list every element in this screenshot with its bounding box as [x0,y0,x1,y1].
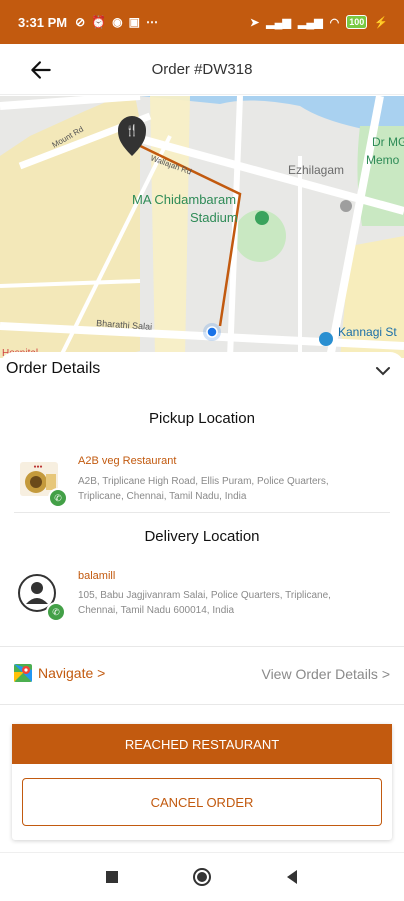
cancel-order-button[interactable]: CANCEL ORDER [22,778,382,826]
order-details-sheet: Order Details Pickup Location ●●● ✆ A2B … [0,352,404,848]
current-location-icon [203,323,221,341]
wifi-icon: ◠ [329,16,340,29]
delivery-address: 105, Babu Jagjivanram Salai, Police Quar… [78,588,378,618]
delivery-address-line1: 105, Babu Jagjivanram Salai, Police Quar… [78,590,331,601]
more-icon: ⋯ [145,15,158,29]
arrow-left-icon[interactable] [28,57,54,83]
status-left-icons: ⊘ ⏰ ◉ ▣ ⋯ [75,15,158,29]
divider [14,512,390,513]
pickup-section-title: Pickup Location [149,410,255,427]
route-map[interactable]: 🍴 Mount Rd Wallajah Rd Ezhilagam MA Chid… [0,96,404,358]
map-label-stadium-1: MA Chidambaram [132,192,236,207]
bus-stop-icon [319,332,333,346]
action-card: REACHED RESTAURANT CANCEL ORDER [12,724,392,840]
system-nav-bar [0,852,404,901]
phone-call-icon[interactable]: ✆ [46,602,66,622]
pickup-address-line2: Triplicane, Chennai, Tamil Nadu, India [78,491,247,502]
map-label-stadium-2: Stadium [190,210,238,225]
map-label-kannagi: Kannagi St [338,325,397,339]
signal-icon: ▂▄▆ [297,16,323,29]
navigate-label: Navigate > [38,665,106,681]
location-icon: ➤ [250,16,260,29]
page-title: Order #DW318 [151,60,253,78]
google-maps-icon [14,664,32,682]
chevron-down-icon[interactable] [374,364,392,378]
app-icon: ◉ [112,15,123,29]
place-marker-icon [340,200,352,212]
map-label-drmg-2: Memo [366,153,400,167]
map-label-drmg-1: Dr MG [372,135,404,149]
delivery-address-line2: Chennai, Tamil Nadu 600014, India [78,605,235,616]
reached-restaurant-button[interactable]: REACHED RESTAURANT [12,724,392,764]
phone-call-icon[interactable]: ✆ [48,488,68,508]
charging-icon: ⚡ [374,16,388,29]
stadium-marker-icon [255,211,269,225]
status-time: 3:31 PM [18,14,68,30]
map-label-ezhilagam: Ezhilagam [288,163,344,177]
home-icon[interactable] [192,867,212,887]
svg-text:●●●: ●●● [33,464,42,470]
view-order-details-link[interactable]: View Order Details > [261,666,390,682]
message-icon: ▣ [128,15,140,29]
battery-icon: 100 [346,15,368,29]
customer-avatar: ✆ [16,572,66,622]
delivery-name: balamill [78,570,116,582]
status-right-icons: ➤ ▂▄▆ ▂▄▆ ◠ 100 ⚡ [250,0,388,44]
pickup-name: A2B veg Restaurant [78,455,177,467]
status-bar: 3:31 PM ⊘ ⏰ ◉ ▣ ⋯ ➤ ▂▄▆ ▂▄▆ ◠ 100 ⚡ [0,0,404,44]
pickup-address-line1: A2B, Triplicane High Road, Ellis Puram, … [78,476,329,487]
alarm-off-icon: ⊘ [75,15,86,29]
app-header: Order #DW318 [0,44,404,95]
svg-text:🍴: 🍴 [125,124,139,137]
navigate-link[interactable]: Navigate > [14,664,105,682]
back-triangle-icon[interactable] [282,867,302,887]
signal-icon: ▂▄▆ [266,16,291,29]
alarm-icon: ⏰ [91,15,107,29]
recents-icon[interactable] [102,867,122,887]
divider [0,646,404,647]
divider [0,704,404,705]
delivery-section-title: Delivery Location [144,528,260,545]
map-canvas[interactable]: 🍴 Mount Rd Wallajah Rd Ezhilagam MA Chid… [0,96,404,358]
pickup-address: A2B, Triplicane High Road, Ellis Puram, … [78,474,378,504]
sheet-title: Order Details [6,360,101,377]
restaurant-avatar: ●●● ✆ [16,456,68,508]
